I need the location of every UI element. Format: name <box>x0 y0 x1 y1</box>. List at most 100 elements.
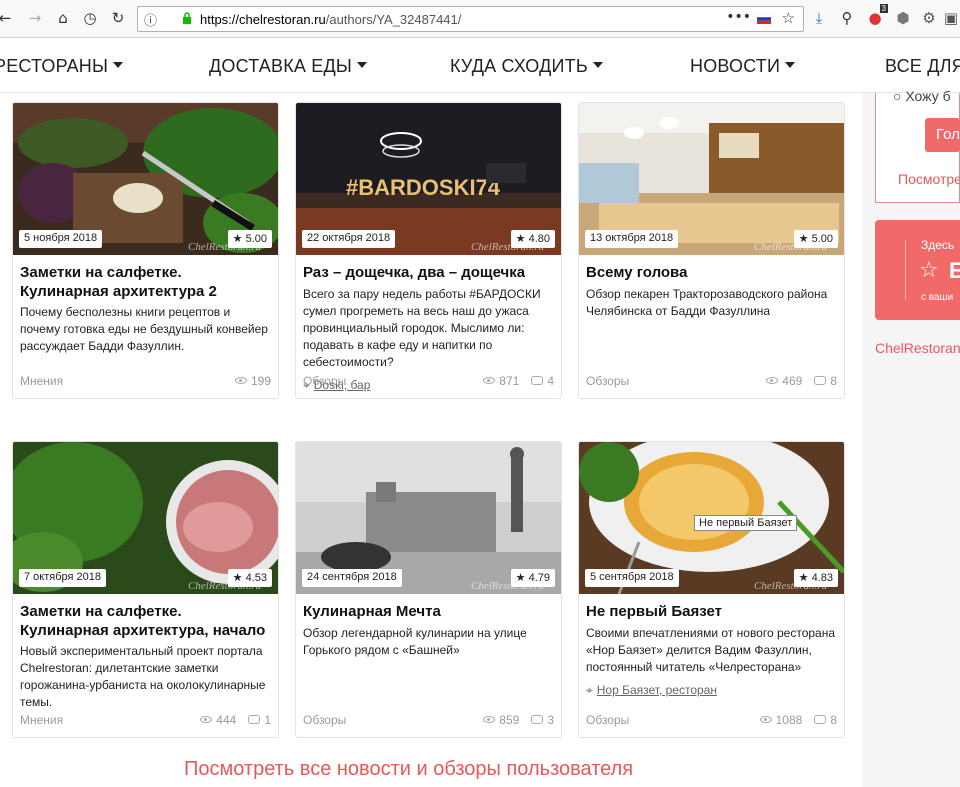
sidebar-view-results-link[interactable]: Посмотре <box>898 171 960 187</box>
nav-item-all-for[interactable]: ВСЕ ДЛЯ <box>885 56 960 77</box>
article-title[interactable]: Не первый Баязет <box>586 602 838 621</box>
sidebar-promo-banner[interactable]: Здесь ☆ Б с ваши <box>875 220 960 320</box>
extension-abp-icon[interactable]: ⬢ <box>892 7 914 29</box>
views-count: 444 <box>216 713 237 727</box>
url-text[interactable]: https://chelrestoran.ru/authors/YA_32487… <box>200 12 461 27</box>
article-title[interactable]: Заметки на салфетке. Кулинарная архитект… <box>20 263 272 301</box>
nav-item-label: РЕСТОРАНЫ <box>0 56 109 76</box>
comments-icon <box>814 376 827 385</box>
rating-badge: ★ 4.83 <box>793 569 838 587</box>
rating-badge: ★ 4.53 <box>227 569 272 587</box>
history-clock-icon[interactable]: ◷ <box>79 7 101 29</box>
article-description: Почему бесполезны книги рецептов и почем… <box>20 305 268 353</box>
article-location[interactable]: ⌖ Нор Баязет, ресторан <box>586 683 717 698</box>
views-count: 469 <box>782 374 803 388</box>
sidebar-site-link[interactable]: ChelRestoran <box>875 340 960 356</box>
date-badge: 7 октября 2018 <box>19 569 106 587</box>
radio-icon[interactable]: ○ <box>893 88 901 104</box>
comments-count: 3 <box>547 713 554 727</box>
rating-value: 4.79 <box>528 572 550 584</box>
article-stats: 871 4 <box>483 374 554 388</box>
article-card[interactable]: ChelRestoran.ru 7 октября 2018 ★ 4.53 За… <box>12 441 279 738</box>
nav-item-where-to-go[interactable]: КУДА СХОДИТЬ <box>450 56 603 77</box>
rating-value: 4.83 <box>811 572 833 584</box>
date-badge: 22 октября 2018 <box>302 230 396 248</box>
promo-heading: Б <box>949 258 960 283</box>
extension-badge: 3 <box>879 4 888 13</box>
nav-item-delivery[interactable]: ДОСТАВКА ЕДЫ <box>209 56 368 77</box>
article-category[interactable]: Обзоры <box>586 713 629 727</box>
article-title[interactable]: Заметки на салфетке. Кулинарная архитект… <box>20 602 272 640</box>
article-description: Обзор пекарен Тракторозаводского района … <box>586 287 828 318</box>
nav-item-label: ВСЕ ДЛЯ <box>885 56 960 76</box>
reload-icon[interactable]: ↻ <box>107 7 129 29</box>
bookmark-star-icon[interactable]: ☆ <box>782 9 795 27</box>
browser-toolbar: ← → ⌂ ◷ ↻ ⓘ https://chelrestoran.ru/auth… <box>0 0 960 38</box>
promo-subtext: с ваши <box>921 292 954 303</box>
views-count: 859 <box>499 713 520 727</box>
rating-badge: ★ 5.00 <box>793 230 838 248</box>
location-link[interactable]: Нор Баязет, ресторан <box>597 683 717 697</box>
comments-icon <box>531 376 544 385</box>
rating-value: 4.80 <box>528 233 550 245</box>
article-category[interactable]: Мнения <box>20 374 63 388</box>
promo-divider <box>905 240 906 300</box>
views-eye-icon <box>766 377 779 384</box>
article-card[interactable]: ChelRestoran.ru 5 ноября 2018 ★ 5.00 Зам… <box>12 102 279 399</box>
rating-badge: ★ 4.80 <box>510 230 555 248</box>
article-stats: 469 8 <box>766 374 837 388</box>
rating-value: 5.00 <box>245 233 267 245</box>
article-category[interactable]: Обзоры <box>303 713 346 727</box>
nav-item-news[interactable]: НОВОСТИ <box>690 56 796 77</box>
view-all-link[interactable]: Посмотреть все новости и обзоры пользова… <box>184 758 633 781</box>
forward-icon[interactable]: → <box>24 7 46 29</box>
article-card[interactable]: #BARDOSKI74 ChelRestoran.ru 22 октября 2… <box>295 102 562 399</box>
comments-count: 8 <box>830 374 837 388</box>
article-card[interactable]: ChelRestoran.ru Не первый Баязет 5 сентя… <box>578 441 845 738</box>
views-count: 199 <box>250 374 271 388</box>
url-path: /authors/YA_32487441/ <box>325 12 462 27</box>
sidebar-poll-option[interactable]: ○ Хожу б <box>893 88 951 104</box>
url-host: https://chelrestoran.ru <box>200 12 326 27</box>
nav-item-label: ДОСТАВКА ЕДЫ <box>209 56 353 76</box>
article-title[interactable]: Кулинарная Мечта <box>303 602 555 621</box>
image-tooltip: Не первый Баязет <box>694 515 798 531</box>
comments-count: 4 <box>547 374 554 388</box>
nav-item-label: НОВОСТИ <box>690 56 781 76</box>
extension-adblock-icon[interactable]: ● 3 <box>864 4 888 29</box>
article-title[interactable]: Всему голова <box>586 263 838 282</box>
extension-translate-icon[interactable]: ▣ <box>940 7 960 29</box>
url-bar[interactable]: ⓘ https://chelrestoran.ru/authors/YA_324… <box>137 6 804 32</box>
star-outline-icon: ☆ <box>919 258 939 283</box>
info-icon[interactable]: ⓘ <box>144 10 157 29</box>
article-category[interactable]: Мнения <box>20 713 63 727</box>
download-icon[interactable]: ⤓ <box>808 7 830 29</box>
photo-sign-text: #BARDOSKI74 <box>346 175 501 200</box>
map-pin-icon: ⌖ <box>586 683 593 697</box>
home-icon[interactable]: ⌂ <box>52 7 74 29</box>
article-description: Своими впечатлениями от нового ресторана… <box>586 626 836 674</box>
caret-down-icon <box>592 62 603 68</box>
extension-tools-icon[interactable]: ⚙ <box>918 7 940 29</box>
comments-count: 8 <box>830 713 837 727</box>
lock-icon <box>183 12 191 24</box>
search-icon[interactable]: ⚲ <box>836 7 858 29</box>
article-category[interactable]: Обзоры <box>303 374 346 388</box>
article-title[interactable]: Раз – дощечка, два – дощечка <box>303 263 555 282</box>
site-navigation: РЕСТОРАНЫ ДОСТАВКА ЕДЫ КУДА СХОДИТЬ НОВО… <box>0 39 960 93</box>
views-eye-icon <box>234 377 247 384</box>
rating-badge: ★ 4.79 <box>510 569 555 587</box>
back-icon[interactable]: ← <box>0 7 16 29</box>
caret-down-icon <box>357 62 368 68</box>
page-actions-icon[interactable]: ••• <box>726 9 751 25</box>
views-count: 871 <box>499 374 520 388</box>
rating-value: 5.00 <box>811 233 833 245</box>
date-badge: 24 сентября 2018 <box>302 569 402 587</box>
nav-item-restaurants[interactable]: РЕСТОРАНЫ <box>0 56 124 77</box>
views-eye-icon <box>200 716 213 723</box>
article-card[interactable]: ChelRestoran.ru 24 сентября 2018 ★ 4.79 … <box>295 441 562 738</box>
article-card[interactable]: ChelRestoran.ru 13 октября 2018 ★ 5.00 В… <box>578 102 845 399</box>
comments-count: 1 <box>264 713 271 727</box>
article-category[interactable]: Обзоры <box>586 374 629 388</box>
vote-button[interactable]: Гол <box>925 118 960 152</box>
